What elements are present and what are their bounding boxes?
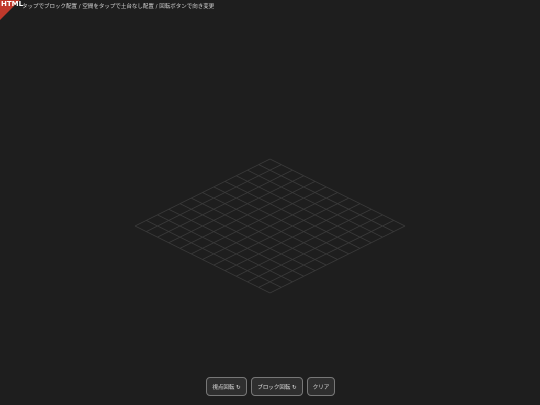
corner-label: HTML — [1, 0, 24, 8]
instruction-text: タップでブロック配置 / 空間をタップで土台なし配置 / 回転ボタンで向き変更 — [22, 4, 215, 10]
corner-badge: HTML — [0, 0, 24, 20]
rotate-view-button[interactable]: 視点回転 ↻ — [206, 377, 247, 396]
isometric-grid[interactable] — [0, 0, 540, 405]
toolbar: 視点回転 ↻ ブロック回転 ↻ クリア — [206, 377, 335, 396]
rotate-block-button[interactable]: ブロック回転 ↻ — [251, 377, 303, 396]
clear-button[interactable]: クリア — [307, 377, 335, 396]
app-root: HTML タップでブロック配置 / 空間をタップで土台なし配置 / 回転ボタンで… — [0, 0, 540, 405]
